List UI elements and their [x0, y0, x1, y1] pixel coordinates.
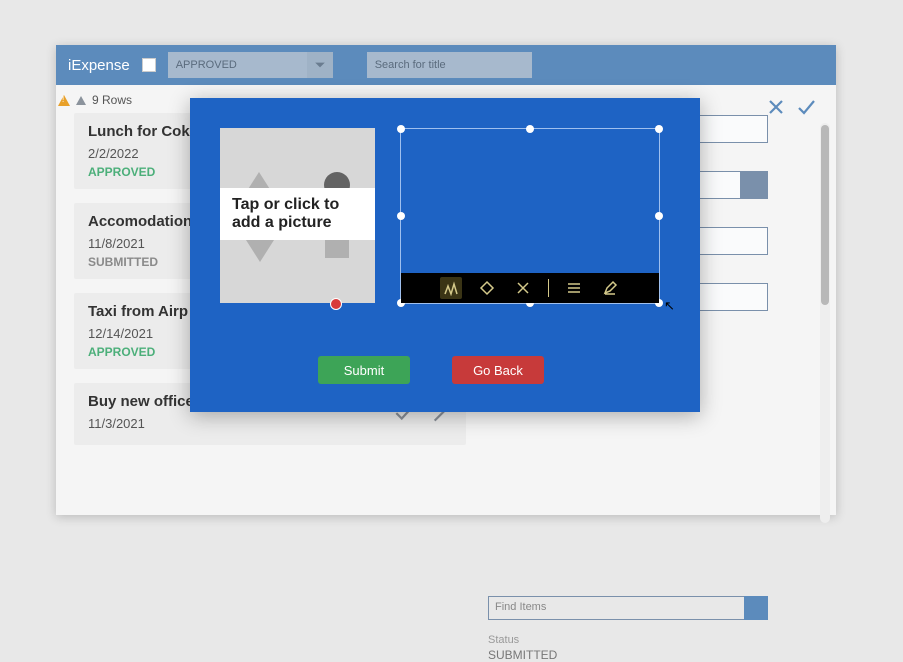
chevron-down-icon	[744, 596, 768, 620]
picture-prompt-text: Tap or click to add a picture	[220, 188, 375, 240]
search-placeholder: Search for title	[375, 59, 446, 71]
picture-upload-zone[interactable]: Tap or click to add a picture	[220, 128, 375, 303]
resize-handle[interactable]	[655, 212, 663, 220]
titlebar: iExpense APPROVED Search for title	[56, 45, 836, 85]
search-input[interactable]: Search for title	[367, 52, 532, 78]
find-items-placeholder: Find Items	[495, 601, 546, 613]
clear-icon[interactable]	[512, 277, 534, 299]
filter-checkbox[interactable]	[142, 58, 156, 72]
signature-canvas[interactable]	[400, 128, 660, 304]
warning-icon	[58, 95, 70, 106]
resize-handle[interactable]	[655, 125, 663, 133]
delete-picture-icon[interactable]	[330, 298, 342, 310]
picture-placeholder-top	[220, 128, 375, 188]
square-icon	[325, 240, 349, 258]
filter-select-value: APPROVED	[176, 59, 237, 71]
sort-up-icon[interactable]	[76, 96, 86, 105]
signature-modal: Tap or click to add a picture ↖ Submit G…	[190, 98, 700, 412]
row-date: 11/3/2021	[88, 416, 392, 431]
resize-handle[interactable]	[526, 125, 534, 133]
signature-toolbar	[401, 273, 659, 303]
status-label: Status	[488, 634, 808, 646]
submit-label: Submit	[344, 363, 384, 378]
goback-button[interactable]: Go Back	[452, 356, 544, 384]
find-items-input[interactable]: Find Items	[488, 596, 768, 620]
status-value: SUBMITTED	[488, 648, 808, 662]
toolbar-separator	[548, 279, 549, 297]
filter-select[interactable]: APPROVED	[168, 52, 333, 78]
chevron-down-icon	[307, 52, 333, 78]
rows-count: 9 Rows	[92, 93, 132, 107]
eraser-icon[interactable]	[476, 277, 498, 299]
cursor-icon: ↖	[664, 298, 675, 314]
goback-label: Go Back	[473, 363, 523, 378]
pen-icon[interactable]	[440, 277, 462, 299]
resize-handle[interactable]	[397, 212, 405, 220]
status-block: Status SUBMITTED	[488, 634, 808, 662]
triangle-down-icon	[246, 240, 274, 262]
resize-handle[interactable]	[397, 125, 405, 133]
lines-icon[interactable]	[563, 277, 585, 299]
scrollbar-thumb[interactable]	[821, 125, 829, 305]
edit-icon[interactable]	[599, 277, 621, 299]
submit-button[interactable]: Submit	[318, 356, 410, 384]
picture-placeholder-bottom	[220, 240, 375, 303]
scrollbar[interactable]	[820, 123, 830, 523]
app-title: iExpense	[68, 57, 130, 74]
